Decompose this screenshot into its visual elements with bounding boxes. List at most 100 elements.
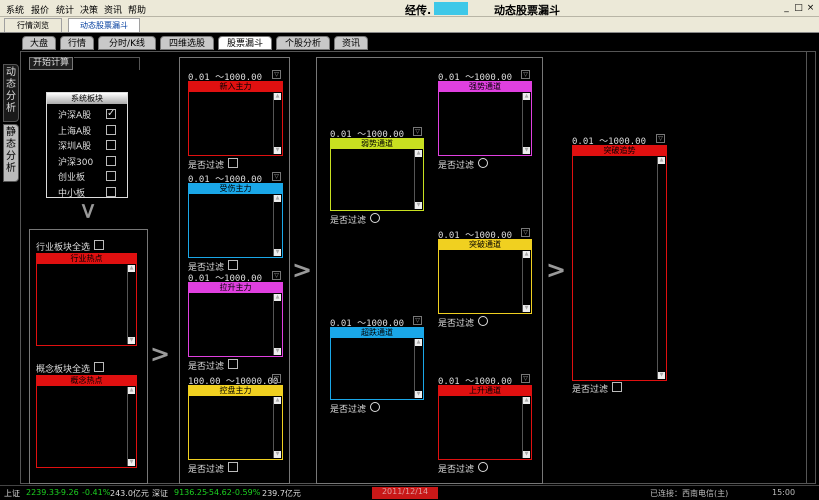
system-sector-label: 上海A股 — [58, 126, 92, 137]
sz-pct: -0.59% — [232, 488, 261, 497]
industry-select-all-checkbox[interactable] — [94, 240, 104, 250]
concept-select-all-checkbox[interactable] — [94, 362, 104, 372]
system-sector-checkbox[interactable] — [106, 186, 116, 197]
filter-toggle-label: 是否过滤 — [438, 465, 475, 475]
filter-box: 控盘主力 — [188, 385, 283, 460]
filter-radio[interactable] — [478, 462, 488, 472]
menu-stats[interactable]: 统计 — [56, 3, 74, 16]
filter-checkbox[interactable] — [228, 260, 238, 270]
system-sector-label: 沪深A股 — [58, 111, 92, 121]
scrollbar[interactable] — [273, 397, 281, 458]
dropdown-arrow-icon[interactable]: ▽ — [521, 70, 530, 79]
menu-decision[interactable]: 决策 — [80, 3, 98, 16]
filter-checkbox[interactable] — [228, 359, 238, 369]
filter-box-title: 超跌通道 — [331, 328, 423, 338]
concept-hotspot-title: 概念热点 — [37, 376, 136, 386]
filter-box-title: 新入主力 — [189, 82, 282, 92]
tab-market-browse[interactable]: 行情浏览 — [4, 18, 62, 32]
nav-tab-kline[interactable]: 分时/K线 — [98, 36, 156, 50]
side-tabs: 动态分析 静态分析 — [2, 64, 20, 194]
menu-bar: 系统 报价 统计 决策 资讯 帮助 经传. 动态股票漏斗 _ □ × — [0, 0, 819, 17]
filter-box: 强势通道 — [438, 81, 532, 156]
filter-toggle-label: 是否过滤 — [330, 405, 367, 415]
filter-toggle-label: 是否过滤 — [438, 161, 475, 171]
dropdown-arrow-icon[interactable]: ▽ — [521, 228, 530, 237]
scrollbar[interactable] — [127, 387, 135, 466]
dropdown-arrow-icon[interactable]: ▽ — [656, 134, 665, 143]
scrollbar[interactable] — [414, 339, 422, 398]
right-scrollbar[interactable] — [806, 52, 815, 483]
dropdown-arrow-icon[interactable]: ▽ — [272, 172, 281, 181]
filter-checkbox[interactable] — [612, 382, 622, 392]
document-tabs: 行情浏览 动态股票漏斗 — [0, 17, 819, 33]
scrollbar[interactable] — [522, 251, 530, 312]
side-tab-static[interactable]: 静态分析 — [3, 124, 19, 182]
scrollbar[interactable] — [127, 265, 135, 344]
connection-status: 已连接：西南电信(主) — [650, 489, 729, 498]
system-sector-checkbox[interactable] — [106, 171, 116, 181]
maximize-button[interactable]: □ — [793, 3, 804, 14]
filter-checkbox[interactable] — [228, 158, 238, 168]
nav-tab-stock-analysis[interactable]: 个股分析 — [276, 36, 330, 50]
nav-tab-quotes[interactable]: 行情 — [60, 36, 94, 50]
side-tab-dynamic[interactable]: 动态分析 — [3, 64, 19, 122]
sz-amount: 239.7亿元 — [262, 489, 301, 498]
filter-box: 突破通道 — [438, 239, 532, 314]
nav-tab-4d-select[interactable]: 四维选股 — [160, 36, 214, 50]
filter-box: 弱势通道 — [330, 138, 424, 211]
dropdown-arrow-icon[interactable]: ▽ — [521, 374, 530, 383]
nav-tab-news[interactable]: 资讯 — [334, 36, 368, 50]
app-title-prefix: 经传. — [405, 4, 432, 17]
industry-hotspot-box: 行业热点 — [36, 253, 137, 346]
scrollbar[interactable] — [273, 93, 281, 154]
filter-checkbox[interactable] — [228, 462, 238, 472]
sz-value: 9136.25 — [174, 488, 208, 497]
filter-radio[interactable] — [478, 158, 488, 168]
filter-toggle-label: 是否过滤 — [572, 385, 609, 395]
filter-box-title: 突破追势 — [573, 146, 666, 156]
system-sector-checkbox[interactable] — [106, 124, 116, 135]
scrollbar[interactable] — [273, 294, 281, 355]
scrollbar[interactable] — [273, 195, 281, 256]
dropdown-arrow-icon[interactable]: ▽ — [272, 374, 281, 383]
sh-amount: 243.0亿元 — [110, 489, 149, 498]
dropdown-arrow-icon[interactable]: ▽ — [413, 316, 422, 325]
system-sector-checkbox[interactable] — [106, 140, 116, 150]
menu-quote[interactable]: 报价 — [31, 3, 49, 16]
filter-box: 超跌通道 — [330, 327, 424, 400]
sh-label: 上证 — [4, 489, 20, 498]
dropdown-arrow-icon[interactable]: ▽ — [272, 271, 281, 280]
scrollbar[interactable] — [522, 397, 530, 458]
filter-box: 上升通道 — [438, 385, 532, 460]
scrollbar[interactable] — [414, 150, 422, 209]
concept-hotspot-box: 概念热点 — [36, 375, 137, 468]
menu-system[interactable]: 系统 — [6, 3, 24, 16]
system-sector-label: 中小板 — [58, 188, 86, 199]
filter-box-title: 突破通道 — [439, 240, 531, 250]
system-sector-checkbox[interactable] — [106, 155, 116, 166]
status-bar: 上证 2239.33 -9.26 -0.41% 243.0亿元 深证 9136.… — [0, 485, 819, 500]
tab-dynamic-funnel[interactable]: 动态股票漏斗 — [68, 18, 140, 32]
system-sector-checkbox[interactable] — [106, 108, 116, 119]
filter-radio[interactable] — [370, 213, 380, 223]
filter-toggle-label: 是否过滤 — [188, 362, 225, 372]
nav-tab-market[interactable]: 大盘 — [22, 36, 56, 50]
minimize-button[interactable]: _ — [781, 3, 792, 14]
menu-help[interactable]: 帮助 — [128, 3, 146, 16]
dropdown-arrow-icon[interactable]: ▽ — [272, 70, 281, 79]
scrollbar[interactable] — [657, 157, 665, 379]
nav-tab-funnel[interactable]: 股票漏斗 — [218, 36, 272, 50]
filter-box: 拉升主力 — [188, 282, 283, 357]
start-calc-button[interactable]: 开始计算 — [29, 57, 73, 70]
nav-tabs: 大盘 行情 分时/K线 四维选股 股票漏斗 个股分析 资讯 — [0, 35, 819, 51]
filter-toggle-label: 是否过滤 — [188, 465, 225, 475]
filter-radio[interactable] — [478, 316, 488, 326]
filter-box-breakout-chase: 突破追势 — [572, 145, 667, 381]
close-button[interactable]: × — [805, 3, 816, 14]
scrollbar[interactable] — [522, 93, 530, 154]
industry-select-all-label: 行业板块全选 — [36, 243, 91, 253]
menu-info[interactable]: 资讯 — [104, 3, 122, 16]
chevron-right-icon: > — [150, 340, 171, 368]
dropdown-arrow-icon[interactable]: ▽ — [413, 127, 422, 136]
filter-radio[interactable] — [370, 402, 380, 412]
